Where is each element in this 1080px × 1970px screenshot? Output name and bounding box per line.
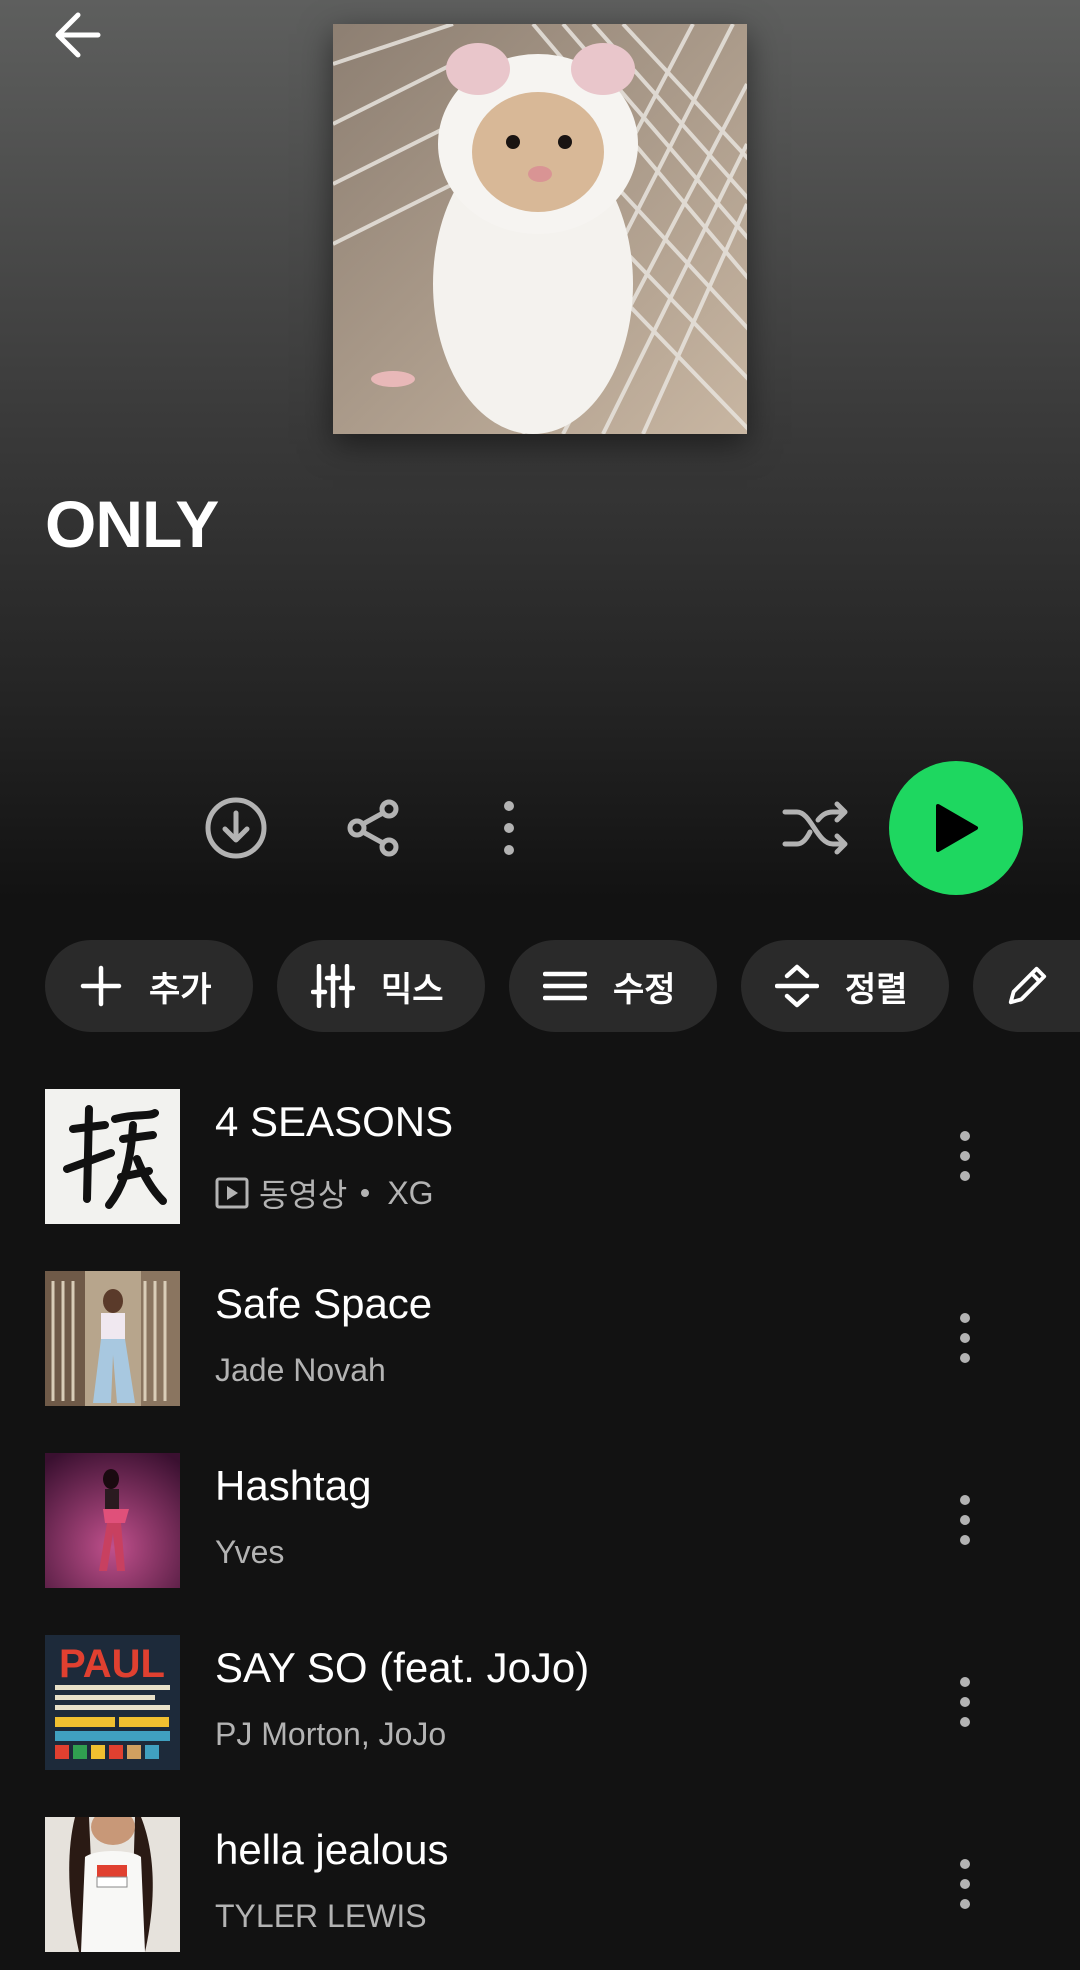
track-artist: Jade Novah xyxy=(215,1352,386,1388)
more-options-button[interactable] xyxy=(484,788,534,868)
edit-chip[interactable]: 수정 xyxy=(509,940,717,1032)
track-artist: XG xyxy=(387,1174,434,1211)
more-vertical-icon xyxy=(960,1313,970,1363)
track-row[interactable]: Safe Space Jade Novah xyxy=(0,1270,1080,1406)
pencil-icon xyxy=(1005,964,1049,1008)
track-artist: PJ Morton, JoJo xyxy=(215,1716,447,1752)
arrow-left-icon xyxy=(55,12,101,58)
track-row[interactable]: hella jealous TYLER LEWIS xyxy=(0,1816,1080,1952)
shuffle-icon xyxy=(782,801,848,855)
back-button[interactable] xyxy=(38,0,118,70)
track-row[interactable]: 4 SEASONS 동영상 XG xyxy=(0,1088,1080,1224)
track-thumbnail xyxy=(45,1453,180,1588)
play-icon xyxy=(936,804,978,852)
hamster-cover-image xyxy=(333,24,747,434)
track-row[interactable]: Hashtag Yves xyxy=(0,1452,1080,1588)
track-subtitle: Yves xyxy=(215,1534,284,1571)
track-artist: TYLER LEWIS xyxy=(215,1898,427,1934)
sort-icon xyxy=(775,964,819,1008)
separator-dot xyxy=(361,1189,370,1197)
track-thumbnail: PAUL xyxy=(45,1635,180,1770)
mix-chip[interactable]: 믹스 xyxy=(277,940,485,1032)
filter-chip-row: 추가 믹스 수정 정렬 xyxy=(0,940,1080,1032)
track-subtitle: 동영상 XG xyxy=(215,1170,434,1216)
playlist-title: ONLY xyxy=(45,487,219,561)
track-thumbnail xyxy=(45,1817,180,1952)
sort-chip[interactable]: 정렬 xyxy=(741,940,949,1032)
track-subtitle: Jade Novah xyxy=(215,1352,386,1389)
mix-chip-label: 믹스 xyxy=(381,969,444,1010)
playlist-screen: ONLY 추가 믹스 수정 정렬 4 SEASONS 동영상 XG Safe S… xyxy=(0,0,1080,1970)
add-chip[interactable]: 추가 xyxy=(45,940,253,1032)
track-artist: Yves xyxy=(215,1534,285,1570)
poster-title-text: PAUL xyxy=(59,1642,165,1686)
video-icon xyxy=(215,1177,249,1209)
more-vertical-icon xyxy=(960,1859,970,1909)
track-more-button[interactable] xyxy=(930,1844,1000,1924)
track-more-button[interactable] xyxy=(930,1298,1000,1378)
video-badge: 동영상 xyxy=(215,1170,347,1216)
share-icon xyxy=(347,799,399,857)
playlist-action-bar xyxy=(0,760,1080,896)
track-thumbnail xyxy=(45,1271,180,1406)
share-button[interactable] xyxy=(334,788,414,868)
track-title: SAY SO (feat. JoJo) xyxy=(215,1644,590,1691)
rename-chip[interactable] xyxy=(973,940,1080,1032)
download-button[interactable] xyxy=(196,788,276,868)
track-thumbnail xyxy=(45,1089,180,1224)
track-more-button[interactable] xyxy=(930,1116,1000,1196)
track-title: Hashtag xyxy=(215,1462,372,1509)
play-button[interactable] xyxy=(889,761,1023,895)
track-title: hella jealous xyxy=(215,1826,449,1873)
sliders-icon xyxy=(311,964,355,1008)
download-circle-icon xyxy=(205,797,267,859)
video-badge-label: 동영상 xyxy=(259,1176,348,1214)
track-more-button[interactable] xyxy=(930,1480,1000,1560)
plus-icon xyxy=(79,964,123,1008)
more-vertical-icon xyxy=(960,1677,970,1727)
more-vertical-icon xyxy=(504,801,514,855)
edit-chip-label: 수정 xyxy=(613,969,676,1010)
more-vertical-icon xyxy=(960,1131,970,1181)
add-chip-label: 추가 xyxy=(149,969,212,1010)
shuffle-button[interactable] xyxy=(776,788,856,868)
track-row[interactable]: PAUL SAY SO (feat. JoJo) PJ Morton, JoJo xyxy=(0,1634,1080,1770)
track-subtitle: TYLER LEWIS xyxy=(215,1898,427,1935)
track-more-button[interactable] xyxy=(930,1662,1000,1742)
sort-chip-label: 정렬 xyxy=(845,969,908,1010)
playlist-cover xyxy=(333,24,747,434)
list-icon xyxy=(543,964,587,1008)
track-title: Safe Space xyxy=(215,1280,433,1327)
more-vertical-icon xyxy=(960,1495,970,1545)
track-subtitle: PJ Morton, JoJo xyxy=(215,1716,446,1753)
track-title: 4 SEASONS xyxy=(215,1098,454,1145)
